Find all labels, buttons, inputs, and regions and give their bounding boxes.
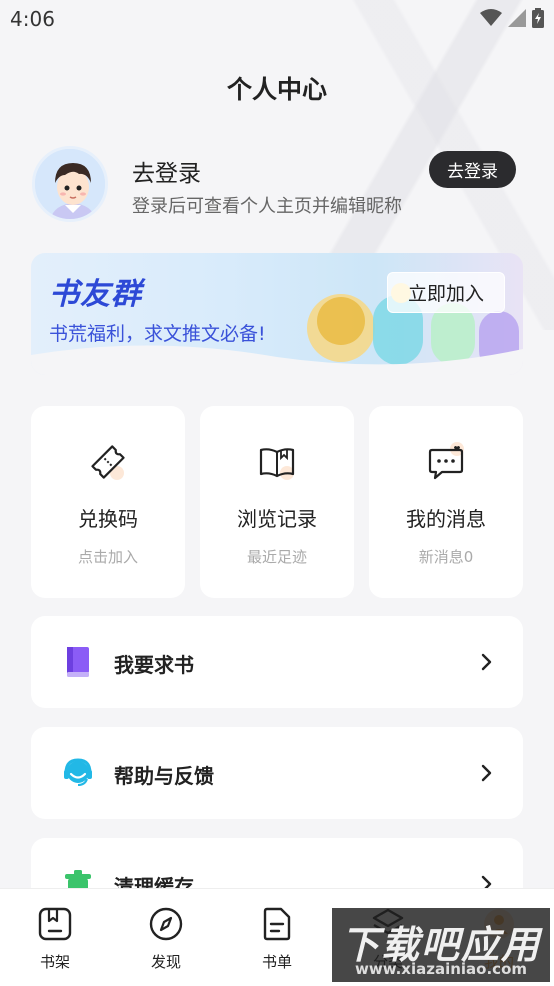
- browse-history-title: 浏览记录: [237, 507, 317, 531]
- watermark-url: www.xiazainiao.com: [354, 960, 528, 978]
- request-book-label: 我要求书: [114, 653, 194, 677]
- nav-label-discover: 发现: [150, 953, 181, 971]
- status-time: 4:06: [10, 7, 55, 31]
- login-button[interactable]: 去登录: [429, 151, 516, 188]
- join-now-button[interactable]: 立即加入: [387, 272, 505, 313]
- my-messages-card[interactable]: 我的消息 新消息0: [369, 406, 523, 598]
- reader-group-banner[interactable]: 书友群 书荒福利，求文推文必备! 立即加入: [31, 253, 523, 375]
- redeem-code-subtitle: 点击加入: [77, 548, 138, 566]
- my-messages-title: 我的消息: [406, 507, 486, 531]
- redeem-code-title: 兑换码: [78, 507, 138, 531]
- compass-icon: [149, 907, 183, 941]
- book-request-icon: [67, 647, 89, 677]
- book-open-icon: [259, 448, 295, 480]
- page-title: 个人中心: [226, 75, 327, 104]
- profile-name[interactable]: 去登录: [132, 154, 201, 188]
- nav-item-discover[interactable]: 发现: [111, 889, 221, 986]
- browse-history-subtitle: 最近足迹: [246, 548, 307, 566]
- bookshelf-icon: [38, 907, 72, 941]
- browse-history-card[interactable]: 浏览记录 最近足迹: [200, 406, 354, 598]
- headset-icon: [64, 758, 92, 786]
- battery-icon: [532, 8, 544, 28]
- my-messages-subtitle: 新消息0: [418, 548, 474, 566]
- chevron-right-icon: [481, 764, 492, 782]
- help-feedback-label: 帮助与反馈: [114, 764, 214, 788]
- request-book-row[interactable]: 我要求书: [31, 616, 523, 708]
- document-icon: [263, 907, 291, 941]
- status-bar: 4:06: [0, 0, 554, 38]
- avatar-illustration-icon: [35, 149, 105, 219]
- help-feedback-row[interactable]: 帮助与反馈: [31, 727, 523, 819]
- nav-item-booklist[interactable]: 书单: [222, 889, 332, 986]
- nav-label-booklist: 书单: [261, 953, 292, 971]
- message-icon: [428, 442, 464, 480]
- profile-description: 登录后可查看个人主页并编辑昵称: [132, 196, 402, 217]
- nav-item-bookshelf[interactable]: 书架: [0, 889, 110, 986]
- banner-subtitle: 书荒福利，求文推文必备!: [49, 323, 266, 345]
- ticket-icon: [91, 445, 125, 480]
- redeem-code-card[interactable]: 兑换码 点击加入: [31, 406, 185, 598]
- watermark: 下载吧应用 www.xiazainiao.com: [332, 908, 550, 982]
- avatar[interactable]: [32, 146, 108, 222]
- chevron-right-icon: [481, 653, 492, 671]
- signal-icon: [508, 9, 526, 27]
- status-icons: [480, 8, 544, 28]
- nav-label-bookshelf: 书架: [39, 953, 70, 971]
- banner-title: 书友群: [49, 277, 142, 312]
- wifi-icon: [480, 9, 502, 26]
